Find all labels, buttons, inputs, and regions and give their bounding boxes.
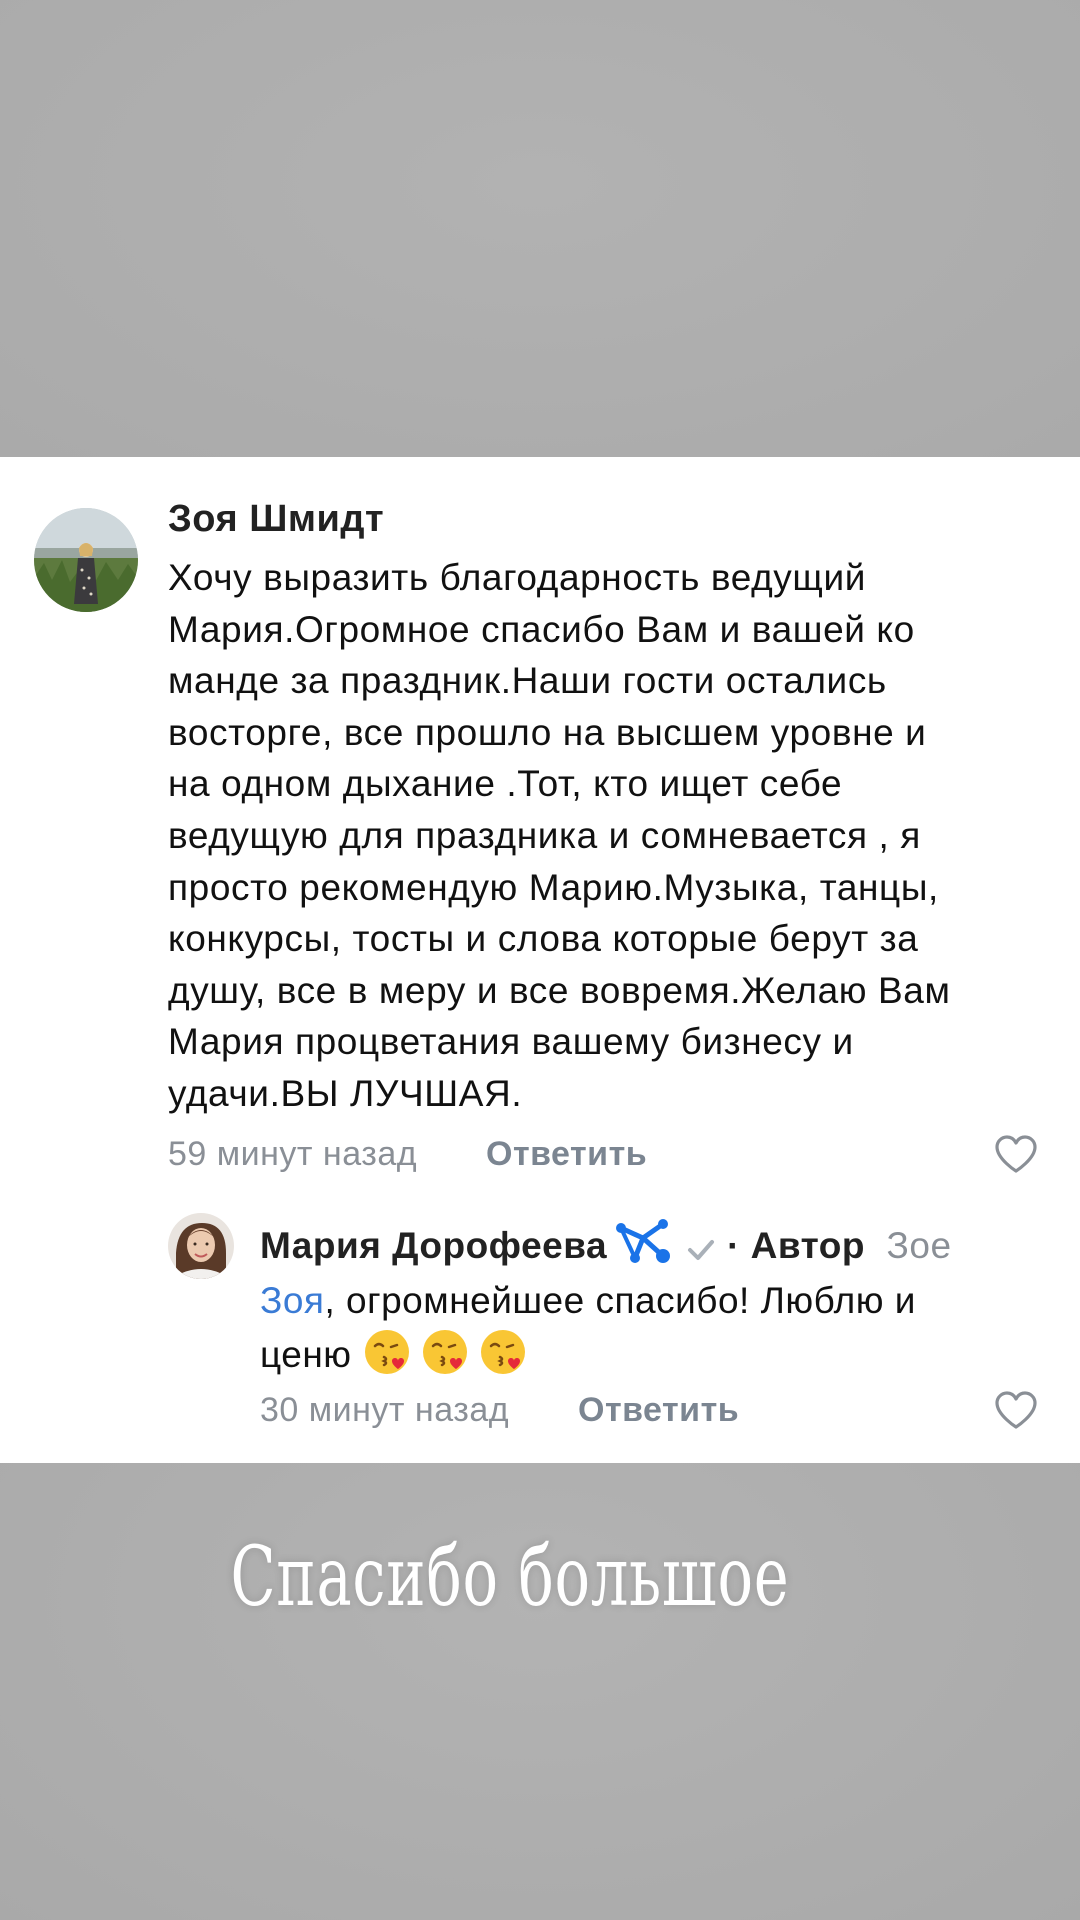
- reply-mention-prefix[interactable]: Зое: [887, 1225, 952, 1266]
- emoji-group: [362, 1327, 536, 1391]
- comment-text-line: на одном дыхание .Тот, кто ищет себе: [168, 763, 843, 805]
- comment-text-line: Мария процветания вашему бизнесу и: [168, 1021, 854, 1063]
- comment-timestamp: 59 минут назад: [168, 1135, 418, 1173]
- reply-text-line: ценю: [260, 1327, 1040, 1391]
- reply-text-line: Зоя, огромнейшее спасибо! Люблю и: [260, 1274, 1040, 1327]
- author-tag: · Автор: [727, 1225, 865, 1266]
- comment-author-name[interactable]: Зоя Шмидт: [168, 498, 384, 541]
- heart-outline-icon[interactable]: [994, 1390, 1038, 1430]
- story-caption: Спасибо большое: [230, 1530, 790, 1625]
- blue-network-badge-icon: [613, 1216, 673, 1275]
- checkmark-icon: [687, 1229, 715, 1271]
- comment-text-line: Мария.Огромное спасибо Вам и вашей ко: [168, 608, 915, 650]
- reply-button[interactable]: Ответить: [578, 1391, 739, 1430]
- comment-text: Хочу выразить благодарность ведущий Мари…: [168, 552, 1048, 1120]
- avatar[interactable]: [168, 1213, 234, 1279]
- comment-text-line: удачи.ВЫ ЛУЧШАЯ.: [168, 1072, 523, 1114]
- avatar[interactable]: [34, 508, 138, 612]
- comment-text-line: душу, все в меру и все вовремя.Желаю Вам: [168, 969, 951, 1011]
- comment-text-line: просто рекомендую Марию.Музыка, танцы,: [168, 866, 939, 908]
- reply-timestamp: 30 минут назад: [260, 1391, 510, 1429]
- reply-button[interactable]: Ответить: [486, 1135, 647, 1174]
- comment-text-line: Хочу выразить благодарность ведущий: [168, 557, 866, 598]
- kissing-heart-emoji: [365, 1330, 410, 1374]
- reply-text-body: , огромнейшее спасибо! Люблю и: [324, 1280, 916, 1321]
- comment-text-line: конкурсы, тосты и слова которые берут за: [168, 918, 919, 960]
- kissing-heart-emoji: [423, 1330, 468, 1374]
- reply-text: Зоя, огромнейшее спасибо! Люблю и ценю: [260, 1274, 1040, 1391]
- story-background-top: [0, 0, 1080, 457]
- kissing-heart-emoji: [481, 1330, 526, 1374]
- comment-text-line: манде за праздник.Наши гости остались: [168, 660, 887, 702]
- mention-link[interactable]: Зоя: [260, 1280, 324, 1321]
- heart-outline-icon[interactable]: [994, 1134, 1038, 1174]
- comment-text-line: ведущую для праздника и сомневается , я: [168, 814, 921, 856]
- reply-header: Мария Дорофеева · Автор Зое: [260, 1216, 952, 1275]
- reply-author-name[interactable]: Мария Дорофеева: [260, 1225, 607, 1266]
- comment-text-line: восторге, все прошло на высшем уровне и: [168, 711, 927, 753]
- reply-text-body: ценю: [260, 1334, 352, 1375]
